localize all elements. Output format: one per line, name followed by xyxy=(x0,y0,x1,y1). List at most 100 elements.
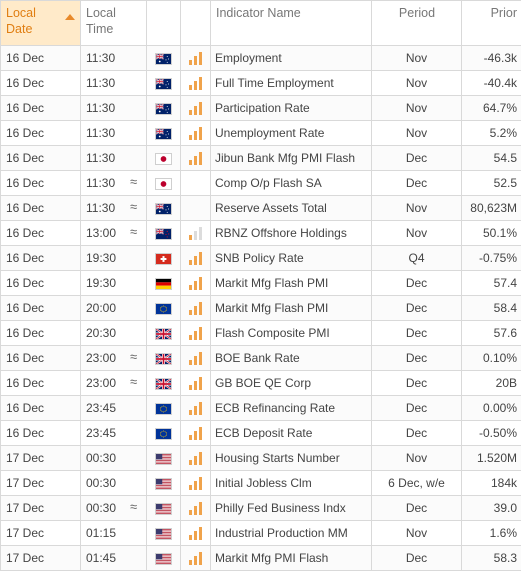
country-cell xyxy=(147,246,181,271)
importance-bars-icon xyxy=(189,452,202,465)
prior-cell: -0.50% xyxy=(462,421,521,446)
importance-bar xyxy=(189,435,192,440)
importance-bar xyxy=(194,456,197,465)
indicator-name-cell[interactable]: Participation Rate xyxy=(211,96,372,121)
indicator-name-cell[interactable]: SNB Policy Rate xyxy=(211,246,372,271)
column-header-local-date[interactable]: Local Date xyxy=(1,1,81,46)
table-row[interactable]: 17 Dec01:45Markit Mfg PMI FlashDec58.3 xyxy=(1,546,521,571)
date-cell: 16 Dec xyxy=(1,371,81,396)
table-row[interactable]: 16 Dec11:30Jibun Bank Mfg PMI FlashDec54… xyxy=(1,146,521,171)
column-header-importance xyxy=(181,1,211,46)
flag-japan-icon xyxy=(155,153,172,165)
importance-bar xyxy=(199,127,202,140)
column-header-prior[interactable]: Prior xyxy=(462,1,521,46)
table-row[interactable]: 16 Dec11:30≈Comp O/p Flash SADec52.5 xyxy=(1,171,521,196)
time-cell: 13:00≈ xyxy=(81,221,147,246)
importance-bar xyxy=(189,335,192,340)
prior-cell: 57.4 xyxy=(462,271,521,296)
flag-united-kingdom-icon xyxy=(155,328,172,340)
table-row[interactable]: 17 Dec00:30Initial Jobless Clm6 Dec, w/e… xyxy=(1,471,521,496)
indicator-name-cell[interactable]: Reserve Assets Total xyxy=(211,196,372,221)
table-row[interactable]: 17 Dec01:15Industrial Production MMNov1.… xyxy=(1,521,521,546)
time-value: 11:30 xyxy=(86,176,115,190)
table-row[interactable]: 16 Dec11:30≈Reserve Assets TotalNov80,62… xyxy=(1,196,521,221)
time-cell: 23:00≈ xyxy=(81,346,147,371)
time-cell: 19:30 xyxy=(81,271,147,296)
importance-bar xyxy=(189,360,192,365)
time-cell: 01:15 xyxy=(81,521,147,546)
indicator-name-cell[interactable]: Philly Fed Business Indx xyxy=(211,496,372,521)
importance-bar xyxy=(189,135,192,140)
table-row[interactable]: 16 Dec20:30Flash Composite PMIDec57.6 xyxy=(1,321,521,346)
table-row[interactable]: 16 Dec11:30Participation RateNov64.7% xyxy=(1,96,521,121)
flag-united-states-icon xyxy=(155,478,172,490)
time-cell: 11:30 xyxy=(81,96,147,121)
indicator-name-cell[interactable]: GB BOE QE Corp xyxy=(211,371,372,396)
indicator-name-cell[interactable]: ECB Deposit Rate xyxy=(211,421,372,446)
time-cell: 11:30 xyxy=(81,71,147,96)
indicator-name-cell[interactable]: Unemployment Rate xyxy=(211,121,372,146)
country-cell xyxy=(147,446,181,471)
table-row[interactable]: 16 Dec11:30Full Time EmploymentNov-40.4k xyxy=(1,71,521,96)
importance-bar xyxy=(189,110,192,115)
importance-bar xyxy=(199,527,202,540)
importance-bar xyxy=(194,106,197,115)
importance-bar xyxy=(194,131,197,140)
table-row[interactable]: 16 Dec11:30EmploymentNov-46.3k xyxy=(1,46,521,71)
indicator-name-cell[interactable]: BOE Bank Rate xyxy=(211,346,372,371)
indicator-name-cell[interactable]: Markit Mfg PMI Flash xyxy=(211,546,372,571)
importance-bar xyxy=(199,302,202,315)
table-row[interactable]: 16 Dec23:45ECB Refinancing RateDec0.00% xyxy=(1,396,521,421)
prior-cell: 52.5 xyxy=(462,171,521,196)
time-cell: 00:30 ≈ xyxy=(81,496,147,521)
time-cell: 23:45 xyxy=(81,421,147,446)
column-header-local-time[interactable]: Local Time xyxy=(81,1,147,46)
time-cell: 19:30 xyxy=(81,246,147,271)
importance-bar xyxy=(194,231,197,240)
importance-bar xyxy=(199,227,202,240)
importance-bar xyxy=(199,352,202,365)
prior-cell: 58.4 xyxy=(462,296,521,321)
table-row[interactable]: 16 Dec19:30SNB Policy RateQ4-0.75% xyxy=(1,246,521,271)
indicator-name-cell[interactable]: Initial Jobless Clm xyxy=(211,471,372,496)
importance-bar xyxy=(199,452,202,465)
flag-united-states-icon xyxy=(155,503,172,515)
indicator-name-cell[interactable]: Comp O/p Flash SA xyxy=(211,171,372,196)
importance-bar xyxy=(199,552,202,565)
table-row[interactable]: 16 Dec19:30Markit Mfg Flash PMIDec57.4 xyxy=(1,271,521,296)
approximate-time-icon: ≈ xyxy=(130,499,137,514)
table-row[interactable]: 16 Dec23:00≈GB BOE QE CorpDec20B xyxy=(1,371,521,396)
indicator-name-cell[interactable]: Flash Composite PMI xyxy=(211,321,372,346)
time-cell: 20:00 xyxy=(81,296,147,321)
column-header-period[interactable]: Period xyxy=(372,1,462,46)
table-row[interactable]: 16 Dec11:30Unemployment RateNov5.2% xyxy=(1,121,521,146)
prior-cell: 39.0 xyxy=(462,496,521,521)
prior-cell: -40.4k xyxy=(462,71,521,96)
indicator-name-cell[interactable]: Industrial Production MM xyxy=(211,521,372,546)
indicator-name-cell[interactable]: ECB Refinancing Rate xyxy=(211,396,372,421)
table-row[interactable]: 16 Dec23:45ECB Deposit RateDec-0.50% xyxy=(1,421,521,446)
indicator-name-cell[interactable]: Markit Mfg Flash PMI xyxy=(211,296,372,321)
table-row[interactable]: 16 Dec23:00≈BOE Bank RateDec0.10% xyxy=(1,346,521,371)
indicator-name-cell[interactable]: Full Time Employment xyxy=(211,71,372,96)
flag-european-union-icon xyxy=(155,403,172,415)
time-value: 00:30 xyxy=(86,501,116,515)
indicator-name-cell[interactable]: Markit Mfg Flash PMI xyxy=(211,271,372,296)
indicator-name-cell[interactable]: Employment xyxy=(211,46,372,71)
column-header-indicator-name[interactable]: Indicator Name xyxy=(211,1,372,46)
time-value: 19:30 xyxy=(86,276,116,290)
importance-bar xyxy=(194,381,197,390)
table-row[interactable]: 17 Dec00:30Housing Starts NumberNov1.520… xyxy=(1,446,521,471)
indicator-name-cell[interactable]: Housing Starts Number xyxy=(211,446,372,471)
table-row[interactable]: 16 Dec20:00Markit Mfg Flash PMIDec58.4 xyxy=(1,296,521,321)
indicator-name-cell[interactable]: RBNZ Offshore Holdings xyxy=(211,221,372,246)
approximate-time-icon: ≈ xyxy=(130,374,137,389)
time-value: 13:00 xyxy=(86,226,116,240)
indicator-name-cell[interactable]: Jibun Bank Mfg PMI Flash xyxy=(211,146,372,171)
date-cell: 16 Dec xyxy=(1,121,81,146)
table-row[interactable]: 16 Dec13:00≈RBNZ Offshore HoldingsNov50.… xyxy=(1,221,521,246)
importance-bars-icon xyxy=(189,402,202,415)
country-cell xyxy=(147,321,181,346)
calendar-rows: 16 Dec11:30EmploymentNov-46.3k16 Dec11:3… xyxy=(1,46,521,571)
table-row[interactable]: 17 Dec00:30≈Philly Fed Business IndxDec3… xyxy=(1,496,521,521)
